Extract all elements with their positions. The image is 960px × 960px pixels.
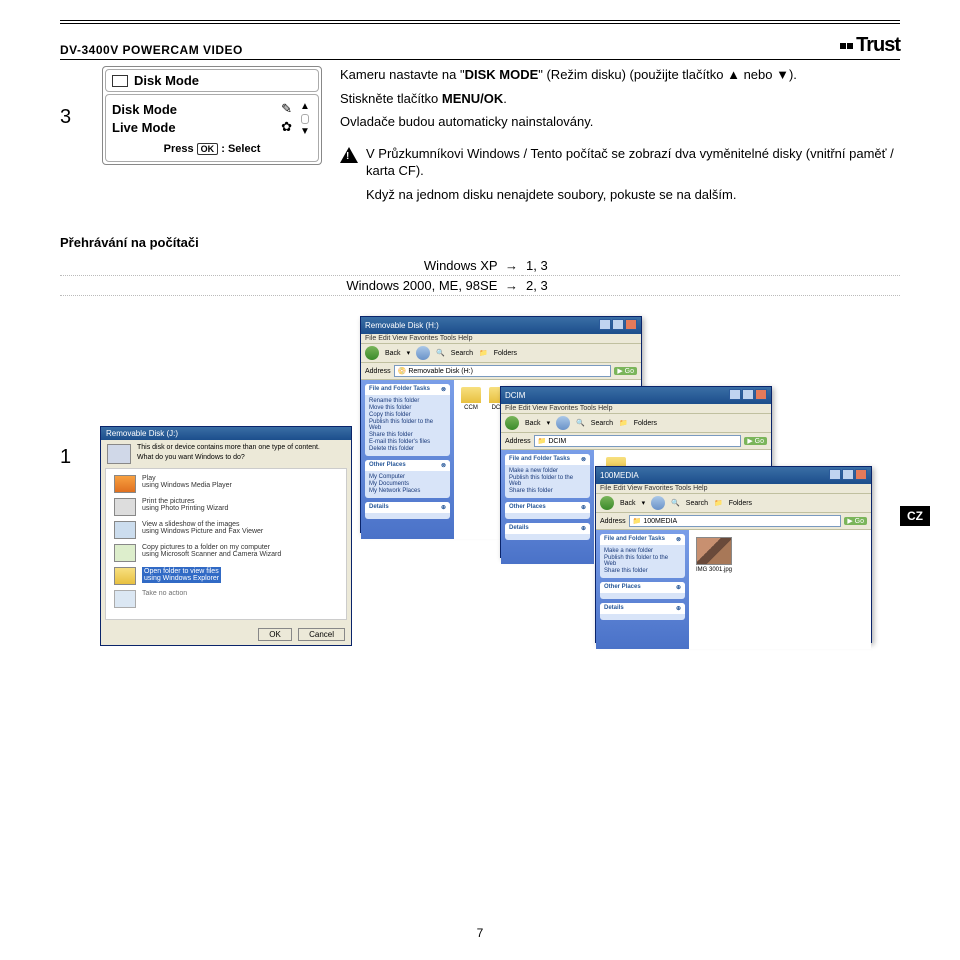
autoplay-option[interactable]: Take no action <box>114 590 338 608</box>
disk-mode-panel: Disk Mode Disk Mode ✎ Live Mode ✿ <box>102 66 322 209</box>
live-mode-option[interactable]: Live Mode ✿ <box>112 119 292 135</box>
go-button[interactable]: ▶ Go <box>744 437 767 445</box>
address-field[interactable]: 📀 Removable Disk (H:) <box>394 365 612 377</box>
autoplay-option[interactable]: Play using Windows Media Player <box>114 475 338 493</box>
check-icon: ✎ <box>281 101 292 117</box>
step-number: 3 <box>60 66 84 209</box>
warning-icon <box>340 147 358 163</box>
disk-mode-title: Disk Mode <box>134 73 199 88</box>
autoplay-option[interactable]: Copy pictures to a folder on my computer… <box>114 544 338 562</box>
ok-button[interactable]: OK <box>258 628 292 641</box>
os-table: Windows XP → 1, 3 Windows 2000, ME, 98SE… <box>60 256 900 296</box>
image-thumbnail[interactable]: IMG 3001.jpg <box>696 537 732 573</box>
window-buttons[interactable] <box>728 389 767 402</box>
autoplay-option[interactable]: View a slideshow of the images using Win… <box>114 521 338 539</box>
instructions: Kameru nastavte na "DISK MODE" (Režim di… <box>340 66 900 209</box>
explorer-window-100media: 100MEDIA File Edit View Favorites Tools … <box>595 466 872 643</box>
disk-mode-option[interactable]: Disk Mode ✎ <box>112 101 292 117</box>
brand-logo: Trust <box>840 34 900 57</box>
address-field[interactable]: 📁 100MEDIA <box>629 515 842 527</box>
language-badge: CZ <box>900 506 930 526</box>
product-title: DV-3400V POWERCAM VIDEO <box>60 43 243 57</box>
autoplay-option-selected[interactable]: Open folder to view files using Windows … <box>114 567 338 585</box>
window-buttons[interactable] <box>598 319 637 332</box>
window-buttons[interactable] <box>828 469 867 482</box>
table-row: Windows XP → 1, 3 <box>60 256 900 276</box>
figure-number: 1 <box>60 446 71 469</box>
disk-icon <box>107 444 131 464</box>
go-button[interactable]: ▶ Go <box>614 367 637 375</box>
go-button[interactable]: ▶ Go <box>844 517 867 525</box>
cancel-button[interactable]: Cancel <box>298 628 345 641</box>
scroll-up-icon[interactable]: ▲ <box>300 101 310 112</box>
back-button[interactable] <box>365 346 379 360</box>
press-select-hint: Press OK : Select <box>112 143 312 155</box>
table-row: Windows 2000, ME, 98SE → 2, 3 <box>60 276 900 296</box>
back-button[interactable] <box>505 416 519 430</box>
autoplay-option[interactable]: Print the pictures using Photo Printing … <box>114 498 338 516</box>
scroll-down-icon[interactable]: ▼ <box>300 126 310 137</box>
forward-button[interactable] <box>416 346 430 360</box>
camera-icon <box>112 75 128 87</box>
playback-title: Přehrávání na počítači <box>60 235 900 250</box>
live-icon: ✿ <box>281 119 292 135</box>
address-field[interactable]: 📁 DCIM <box>534 435 742 447</box>
folder-ccm[interactable]: CCM <box>461 387 481 411</box>
autoplay-dialog: Removable Disk (J:) This disk or device … <box>100 426 352 646</box>
page-number: 7 <box>477 926 484 940</box>
back-button[interactable] <box>600 496 614 510</box>
